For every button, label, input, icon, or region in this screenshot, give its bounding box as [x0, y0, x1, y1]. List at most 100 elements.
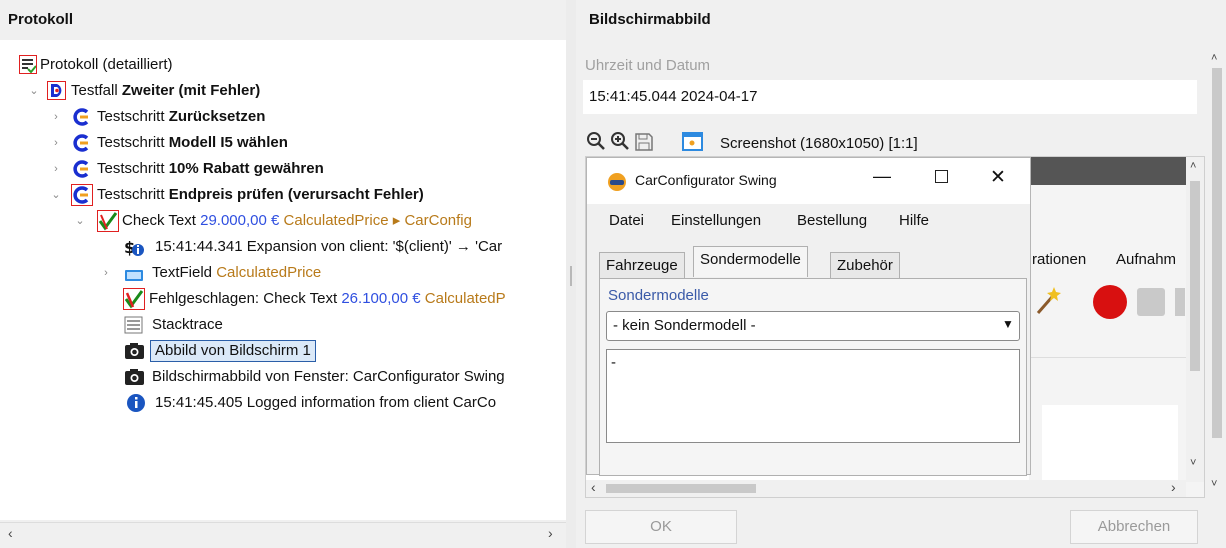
screenshot-vertical-scrollbar[interactable]: ˄ ˅: [1186, 157, 1204, 482]
failed-target: CalculatedP: [424, 290, 506, 307]
chevron-right-icon[interactable]: ›: [50, 106, 62, 128]
sondermodell-select-value: - kein Sondermodell -: [613, 317, 756, 334]
camera-icon: [124, 367, 144, 387]
step-4-name: Endpreis prüfen (verursacht Fehler): [168, 186, 424, 203]
scroll-up-icon[interactable]: ˄: [1211, 52, 1217, 64]
datetime-field[interactable]: 15:41:45.044 2024-04-17: [583, 80, 1197, 114]
sondermodelle-label: Sondermodelle: [608, 287, 709, 304]
tree-node-step-1[interactable]: › Testschritt Zurücksetzen: [0, 106, 560, 128]
scrollbar-thumb[interactable]: [1190, 181, 1200, 371]
sondermodell-select[interactable]: - kein Sondermodell - ▼: [606, 311, 1020, 341]
background-menu-text-1: rationen: [1032, 251, 1087, 268]
save-icon[interactable]: [634, 131, 654, 153]
screenshot-2-label: Bildschirmabbild von Fenster: CarConfigu…: [152, 368, 505, 385]
scroll-left-icon[interactable]: ‹: [8, 525, 13, 541]
minimize-button[interactable]: —: [873, 166, 891, 187]
testcase-icon: [47, 81, 66, 100]
chevron-down-icon[interactable]: ⌄: [50, 184, 62, 206]
cancel-button[interactable]: Abbrechen: [1070, 510, 1198, 544]
teststep-icon: [72, 159, 92, 179]
chevron-right-icon[interactable]: ›: [100, 262, 112, 284]
scroll-down-icon[interactable]: ˅: [1211, 478, 1217, 490]
chevron-down-icon[interactable]: ⌄: [28, 80, 40, 102]
step-1-name: Zurücksetzen: [168, 108, 266, 125]
stacktrace-label: Stacktrace: [152, 316, 223, 333]
zoom-out-icon[interactable]: [586, 131, 606, 153]
pause-icon: [1175, 288, 1185, 316]
tab-fahrzeuge[interactable]: Fahrzeuge: [599, 252, 685, 280]
screenshot-panel-header: Bildschirmabbild: [580, 0, 1226, 40]
check-failed-icon: [123, 288, 145, 310]
tree-node-check-text[interactable]: ⌄ Check Text 29.000,00 € CalculatedPrice…: [0, 210, 566, 232]
chevron-right-icon[interactable]: ›: [50, 132, 62, 154]
tree-node-root[interactable]: Protokoll (detailliert): [0, 54, 560, 76]
screenshot-panel-title: Bildschirmabbild: [589, 11, 711, 28]
failed-prefix: Fehlgeschlagen: Check Text: [149, 290, 338, 307]
tab-sondermodelle[interactable]: Sondermodelle: [693, 246, 808, 277]
sondermodelle-panel: Sondermodelle - kein Sondermodell - ▼ -: [599, 278, 1027, 476]
tree-node-expansion[interactable]: $ 15:41:44.341 Expansion von client: '$(…: [0, 236, 566, 258]
log-panel-title: Protokoll: [8, 11, 74, 28]
scroll-up-icon[interactable]: ˄: [1190, 160, 1196, 172]
scroll-right-icon[interactable]: ›: [1171, 479, 1176, 495]
scroll-down-icon[interactable]: ˅: [1190, 457, 1196, 469]
tab-zubehoer[interactable]: Zubehör: [830, 252, 900, 280]
maximize-button[interactable]: [935, 170, 948, 183]
step-prefix: Testschritt: [97, 160, 165, 177]
menu-bestellung[interactable]: Bestellung: [797, 212, 867, 229]
background-divider: [1029, 357, 1204, 358]
tree-node-textfield[interactable]: › TextField CalculatedPrice: [0, 262, 566, 284]
camera-icon: [124, 341, 144, 361]
tree-node-testcase[interactable]: ⌄ Testfall Zweiter (mit Fehler): [0, 80, 560, 102]
screenshot-title: Screenshot (1680x1050) [1:1]: [720, 135, 918, 152]
log-tree[interactable]: Protokoll (detailliert) ⌄ Testfall Zweit…: [0, 40, 566, 520]
datetime-value: 15:41:45.044 2024-04-17: [589, 88, 758, 105]
tree-node-screenshot-1[interactable]: Abbild von Bildschirm 1: [0, 340, 566, 362]
datetime-label: Uhrzeit und Datum: [585, 57, 711, 74]
panel-splitter[interactable]: [566, 0, 576, 548]
log-tree-horizontal-scrollbar[interactable]: ‹ ›: [0, 522, 566, 545]
close-button[interactable]: ✕: [990, 166, 1006, 189]
scroll-left-icon[interactable]: ‹: [591, 479, 596, 495]
check-prefix: Check Text: [122, 212, 196, 229]
splitter-grip[interactable]: [570, 266, 572, 286]
dropdown-arrow-icon[interactable]: ▼: [1002, 317, 1014, 331]
textfield-icon: [124, 267, 144, 281]
check-value: 29.000,00 €: [200, 212, 280, 229]
menu-hilfe[interactable]: Hilfe: [899, 212, 929, 229]
screenshot-horizontal-scrollbar[interactable]: ‹ ›: [586, 479, 1186, 497]
textfield-prefix: TextField: [152, 264, 213, 281]
chevron-right-icon[interactable]: ›: [50, 158, 62, 180]
tree-node-screenshot-2[interactable]: Bildschirmabbild von Fenster: CarConfigu…: [0, 366, 566, 388]
carconfigurator-menubar: Datei Einstellungen Bestellung Hilfe: [587, 204, 1030, 240]
testcase-prefix: Testfall: [71, 82, 118, 99]
scrollbar-thumb[interactable]: [606, 484, 756, 493]
carconfigurator-titlebar: CarConfigurator Swing — ✕: [587, 158, 1030, 204]
tree-node-failed[interactable]: Fehlgeschlagen: Check Text 26.100,00 € C…: [0, 288, 566, 310]
scrollbar-thumb[interactable]: [1212, 68, 1222, 438]
ok-button[interactable]: OK: [585, 510, 737, 544]
tree-node-stacktrace[interactable]: Stacktrace: [0, 314, 566, 336]
tree-node-info[interactable]: 15:41:45.405 Logged information from cli…: [0, 392, 566, 414]
tree-node-step-3[interactable]: › Testschritt 10% Rabatt gewähren: [0, 158, 560, 180]
window-icon[interactable]: [682, 131, 704, 153]
teststep-icon: [72, 133, 92, 153]
screenshot-view[interactable]: rationen Aufnahm ˄ ˅ ‹ › CarConfigurator…: [585, 156, 1205, 498]
menu-datei[interactable]: Datei: [609, 212, 644, 229]
zoom-in-icon[interactable]: [610, 131, 630, 153]
sondermodell-description[interactable]: -: [606, 349, 1020, 443]
step-2-name: Modell I5 wählen: [168, 134, 288, 151]
step-prefix: Testschritt: [97, 134, 165, 151]
tree-node-step-4[interactable]: ⌄ Testschritt Endpreis prüfen (verursach…: [0, 184, 560, 206]
scroll-right-icon[interactable]: ›: [548, 525, 553, 541]
tree-node-step-2[interactable]: › Testschritt Modell I5 wählen: [0, 132, 560, 154]
right-panel-vertical-scrollbar[interactable]: ˄ ˅: [1207, 50, 1225, 496]
textfield-name: CalculatedPrice: [216, 264, 322, 281]
chevron-down-icon[interactable]: ⌄: [74, 210, 86, 232]
screenshot-1-label: Abbild von Bildschirm 1: [150, 340, 316, 362]
step-3-name: 10% Rabatt gewähren: [168, 160, 324, 177]
menu-einstellungen[interactable]: Einstellungen: [671, 212, 761, 229]
info-text: 15:41:45.405 Logged information from cli…: [155, 394, 497, 411]
background-titlebar: [1029, 157, 1204, 185]
stacktrace-icon: [124, 315, 144, 335]
